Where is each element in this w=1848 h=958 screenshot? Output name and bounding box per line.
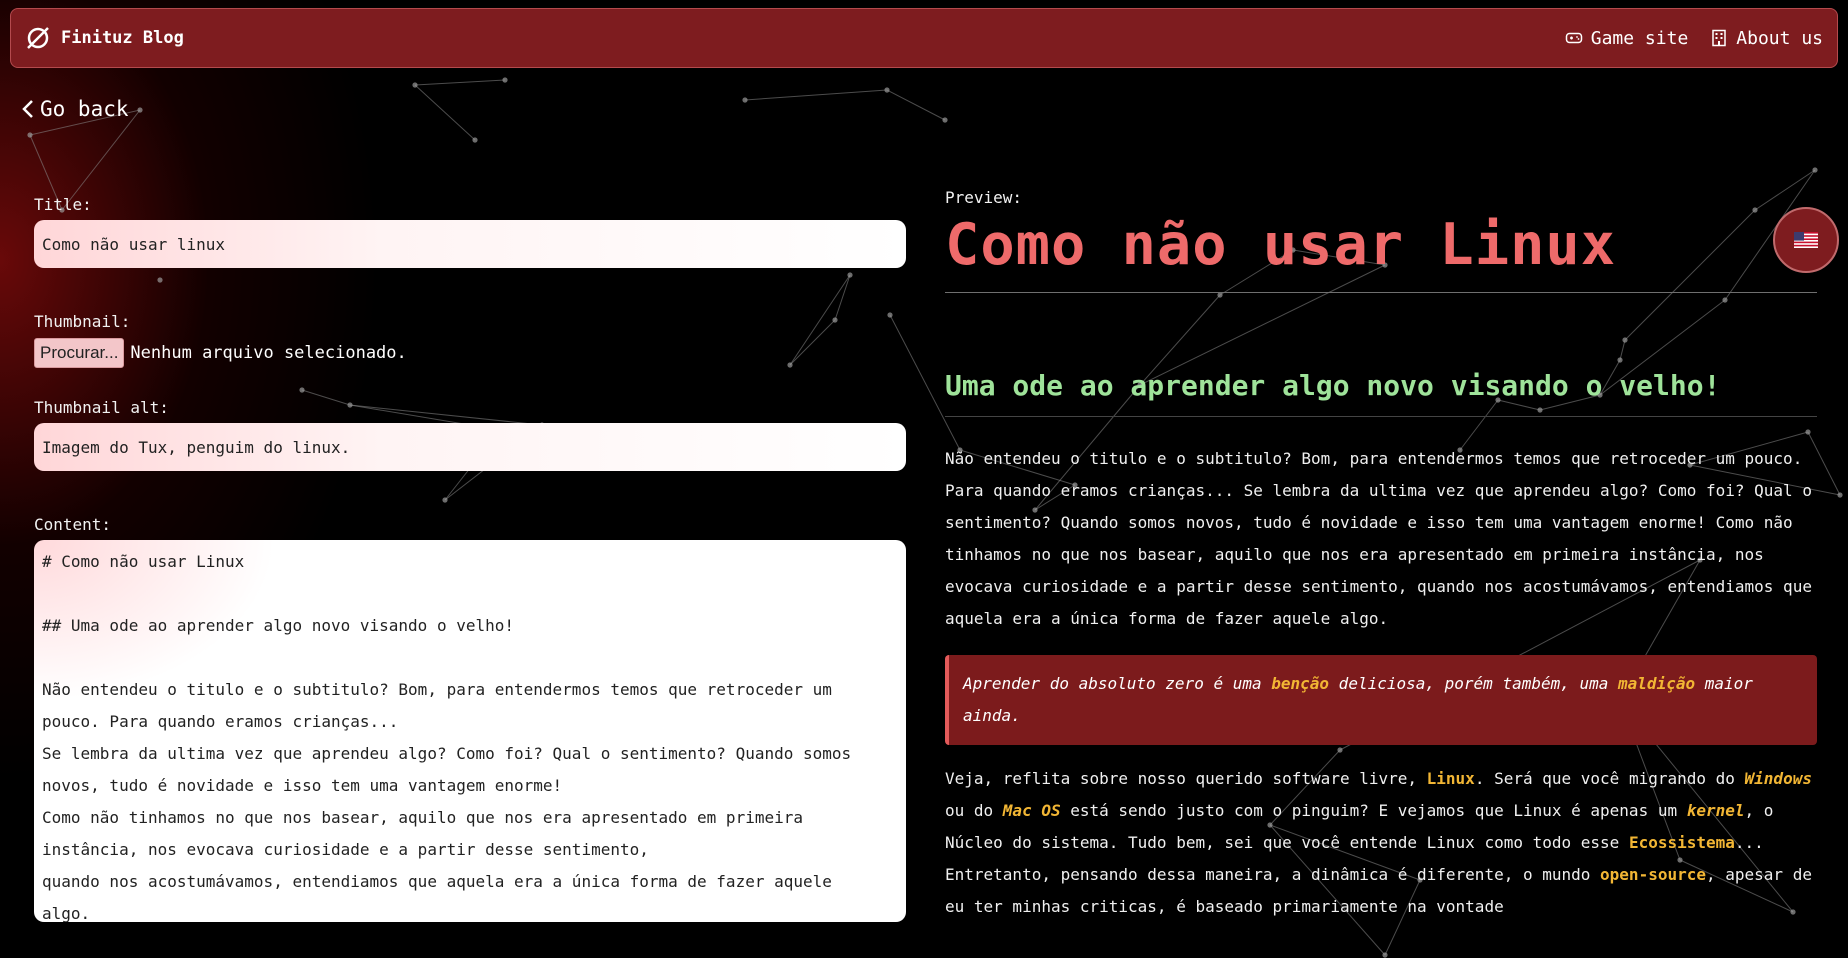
content-line: pouco. Para quando eramos crianças... bbox=[42, 712, 399, 731]
thumbnail-alt-label: Thumbnail alt: bbox=[34, 398, 169, 417]
network-line bbox=[744, 89, 888, 101]
network-node bbox=[137, 107, 143, 113]
network-node bbox=[1812, 167, 1818, 173]
content-line: ## Uma ode ao aprender algo novo visando… bbox=[42, 616, 515, 635]
post-editor-form: Title: Thumbnail: Procurar... Nenhum arq… bbox=[34, 195, 906, 922]
highlight-ecossistema: Ecossistema bbox=[1628, 833, 1735, 852]
network-line bbox=[414, 84, 476, 141]
title-divider bbox=[945, 292, 1817, 293]
gamepad-icon bbox=[1565, 32, 1582, 44]
nav-game-site-label: Game site bbox=[1590, 27, 1689, 49]
content-label: Content: bbox=[34, 515, 112, 534]
thumbnail-alt-input[interactable] bbox=[34, 423, 906, 471]
highlight-windows: Windows bbox=[1744, 769, 1812, 788]
quote-highlight: benção bbox=[1271, 674, 1330, 693]
preview-label: Preview: bbox=[945, 188, 1023, 207]
top-navbar: Finituz Blog Game site About us bbox=[10, 8, 1838, 68]
quote-text: Aprender do absoluto zero é uma bbox=[963, 674, 1272, 693]
content-line: Se lembra da ultima vez que aprendeu alg… bbox=[42, 744, 852, 763]
language-toggle-button[interactable] bbox=[1773, 207, 1839, 273]
go-back-label: Go back bbox=[40, 97, 129, 121]
file-status-text: Nenhum arquivo selecionado. bbox=[130, 343, 407, 363]
network-node bbox=[1837, 492, 1843, 498]
content-line: algo. bbox=[42, 904, 91, 922]
network-node bbox=[942, 117, 948, 123]
title-label: Title: bbox=[34, 195, 92, 214]
chevron-left-icon bbox=[22, 100, 33, 118]
network-line bbox=[886, 89, 946, 121]
network-node bbox=[27, 132, 33, 138]
network-node bbox=[472, 137, 478, 143]
post-preview: Preview: Como não usar Linux Uma ode ao … bbox=[945, 188, 1817, 923]
preview-title: Como não usar Linux bbox=[945, 212, 1617, 278]
paragraph-text: ou do bbox=[945, 801, 1003, 820]
logo-icon bbox=[27, 27, 49, 49]
thumbnail-file-picker: Procurar... Nenhum arquivo selecionado. bbox=[34, 338, 906, 368]
title-input[interactable] bbox=[34, 220, 906, 268]
highlight-linux: Linux bbox=[1426, 769, 1475, 788]
content-line: quando nos acostumávamos, entendiamos qu… bbox=[42, 872, 832, 891]
preview-subtitle: Uma ode ao aprender algo novo visando o … bbox=[945, 369, 1721, 402]
top-nav: Game site About us bbox=[1565, 28, 1823, 49]
brand[interactable]: Finituz Blog bbox=[25, 25, 184, 51]
thumbnail-label: Thumbnail: bbox=[34, 312, 131, 331]
browse-file-button[interactable]: Procurar... bbox=[34, 338, 125, 368]
content-line: instância, nos evocava curiosidade e a p… bbox=[42, 840, 649, 859]
network-node bbox=[884, 87, 890, 93]
content-textarea[interactable]: # Como não usar Linux ## Uma ode ao apre… bbox=[34, 540, 906, 922]
nav-about-us[interactable]: About us bbox=[1710, 28, 1823, 49]
preview-quote: Aprender do absoluto zero é uma benção d… bbox=[945, 655, 1817, 745]
content-line: Como não tinhamos no que nos basear, aqu… bbox=[42, 808, 803, 827]
content-line bbox=[42, 578, 898, 610]
paragraph-text: está sendo justo com o pinguim? E vejamo… bbox=[1060, 801, 1687, 820]
subtitle-divider bbox=[945, 416, 1817, 417]
content-line: Não entendeu o titulo e o subtitulo? Bom… bbox=[42, 680, 832, 699]
preview-paragraph-2: Veja, reflita sobre nosso querido softwa… bbox=[945, 763, 1817, 923]
quote-text: deliciosa, porém também, uma bbox=[1329, 674, 1619, 693]
preview-paragraph: Não entendeu o titulo e o subtitulo? Bom… bbox=[945, 449, 1812, 628]
network-node bbox=[742, 97, 748, 103]
content-line: novos, tudo é novidade e isso tem uma va… bbox=[42, 776, 563, 795]
paragraph-text: . Será que você migrando do bbox=[1474, 769, 1745, 788]
paragraph-text: Veja, reflita sobre nosso querido softwa… bbox=[945, 769, 1427, 788]
network-node bbox=[1382, 952, 1388, 958]
go-back-link[interactable]: Go back bbox=[20, 97, 129, 121]
highlight-open-source: open-source bbox=[1600, 865, 1706, 884]
content-line bbox=[42, 642, 898, 674]
building-icon bbox=[1712, 29, 1727, 47]
us-flag-icon bbox=[1794, 232, 1818, 248]
brand-name: Finituz Blog bbox=[61, 28, 184, 48]
network-node bbox=[502, 77, 508, 83]
network-node bbox=[412, 82, 418, 88]
network-line bbox=[414, 79, 506, 86]
nav-about-us-label: About us bbox=[1736, 27, 1823, 49]
quote-highlight: maldição bbox=[1618, 674, 1696, 693]
nav-game-site[interactable]: Game site bbox=[1565, 27, 1689, 49]
content-line: # Como não usar Linux bbox=[42, 552, 245, 571]
highlight-kernel: kernel bbox=[1686, 801, 1745, 820]
highlight-macos: Mac OS bbox=[1002, 801, 1061, 820]
